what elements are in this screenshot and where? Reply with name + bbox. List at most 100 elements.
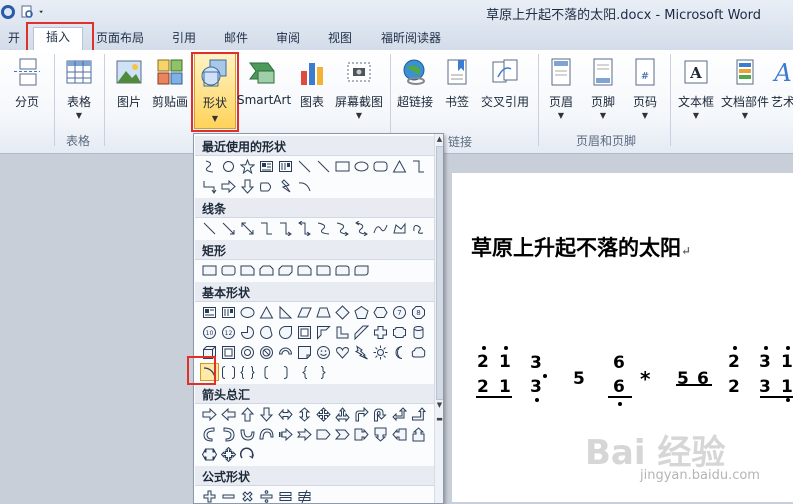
pie-shape[interactable]: [238, 323, 257, 341]
menu-scrollbar[interactable]: ▲ ▼ ▬: [434, 134, 443, 503]
quad-arrow-callout-shape[interactable]: [219, 445, 238, 463]
multiply-shape[interactable]: [238, 487, 257, 503]
curved-up-arrow-shape[interactable]: [238, 425, 257, 443]
up-arrow-shape[interactable]: [238, 405, 257, 423]
rounded-rectangle-shape[interactable]: [219, 261, 238, 279]
double-bracket-shape[interactable]: [219, 363, 238, 381]
teardrop-shape[interactable]: [276, 323, 295, 341]
scroll-more-icon[interactable]: ▬: [435, 414, 443, 425]
smiley-face-shape[interactable]: [314, 343, 333, 361]
left-arrow-callout-shape[interactable]: [390, 425, 409, 443]
snip-rectangle-shape[interactable]: [238, 261, 257, 279]
line-shape[interactable]: [314, 157, 333, 175]
left-right-up-arrow-shape[interactable]: [333, 405, 352, 423]
divide-shape[interactable]: [257, 487, 276, 503]
folded-corner-shape[interactable]: [295, 343, 314, 361]
pentagon-arrow-shape[interactable]: [314, 425, 333, 443]
right-bracket-shape[interactable]: [276, 363, 295, 381]
round-single-corner-rectangle-shape[interactable]: [314, 261, 333, 279]
right-triangle-shape[interactable]: [276, 303, 295, 321]
diagonal-stripe-shape[interactable]: [352, 323, 371, 341]
lightning-shape[interactable]: [276, 177, 295, 195]
donut-shape[interactable]: [238, 343, 257, 361]
l-shape[interactable]: [333, 323, 352, 341]
wordart-button[interactable]: A 艺术: [771, 53, 793, 123]
page-break-button[interactable]: 分页: [8, 53, 46, 123]
sun-shape[interactable]: [371, 343, 390, 361]
half-frame-shape[interactable]: [314, 323, 333, 341]
plus-shape[interactable]: [200, 487, 219, 503]
tab-references[interactable]: 引用: [166, 29, 202, 49]
chord-shape[interactable]: [257, 323, 276, 341]
cross-shape[interactable]: [371, 323, 390, 341]
parallelogram-shape[interactable]: [295, 303, 314, 321]
header-button[interactable]: 页眉 ▼: [542, 53, 580, 123]
double-arrow-line-shape[interactable]: [238, 219, 257, 237]
curved-connector-shape[interactable]: [200, 157, 219, 175]
vertical-text-box-shape[interactable]: [219, 303, 238, 321]
no-symbol-shape[interactable]: [257, 343, 276, 361]
down-arrow-shape[interactable]: [238, 177, 257, 195]
snip-diagonal-rectangle-shape[interactable]: [276, 261, 295, 279]
left-right-arrow-shape[interactable]: [276, 405, 295, 423]
document-heading[interactable]: 草原上升起不落的太阳↵: [471, 232, 691, 262]
bookmark-button[interactable]: 书签: [439, 53, 475, 123]
tab-page-layout[interactable]: 页面布局: [92, 29, 148, 49]
screenshot-button[interactable]: 屏幕截图 ▼: [333, 53, 385, 123]
tab-view[interactable]: 视图: [322, 29, 358, 49]
scroll-up-icon[interactable]: ▲: [435, 134, 443, 145]
notched-right-arrow-shape[interactable]: [295, 425, 314, 443]
striped-right-arrow-shape[interactable]: [276, 425, 295, 443]
curved-down-arrow-shape[interactable]: [257, 425, 276, 443]
elbow-double-arrow-shape[interactable]: [295, 219, 314, 237]
shapes-gallery-menu[interactable]: 最近使用的形状 线条 矩形 基本形状 7 8 10 12 箭头总汇 公式形状 ▲…: [193, 133, 444, 504]
decagon-shape[interactable]: 10: [200, 323, 219, 341]
can-shape[interactable]: [409, 323, 428, 341]
heptagon-shape[interactable]: 7: [390, 303, 409, 321]
text-box-shape[interactable]: [257, 157, 276, 175]
lightning-bolt-shape[interactable]: [352, 343, 371, 361]
text-box-shape[interactable]: [200, 303, 219, 321]
clipart-button[interactable]: 剪贴画: [150, 53, 190, 123]
circular-arrow-shape[interactable]: [238, 445, 257, 463]
arrow-line-shape[interactable]: [219, 219, 238, 237]
elbow-arrow-connector-shape[interactable]: [276, 219, 295, 237]
tab-mailings[interactable]: 邮件: [218, 29, 254, 49]
equal-shape[interactable]: [276, 487, 295, 503]
rectangle-shape[interactable]: [200, 261, 219, 279]
right-arrow-shape[interactable]: [200, 405, 219, 423]
rounded-rectangle-shape[interactable]: [371, 157, 390, 175]
oval-shape[interactable]: [219, 157, 238, 175]
trapezoid-shape[interactable]: [314, 303, 333, 321]
double-brace-shape[interactable]: [238, 363, 257, 381]
not-equal-shape[interactable]: [295, 487, 314, 503]
left-bracket-shape[interactable]: [257, 363, 276, 381]
scroll-down-icon[interactable]: ▼: [435, 400, 443, 411]
hexagon-shape[interactable]: [371, 303, 390, 321]
frame-shape[interactable]: [295, 323, 314, 341]
triangle-shape[interactable]: [257, 303, 276, 321]
curved-arrow-connector-shape[interactable]: [333, 219, 352, 237]
cloud-shape[interactable]: [409, 343, 428, 361]
plaque-shape[interactable]: [390, 323, 409, 341]
right-arrow-shape[interactable]: [219, 177, 238, 195]
snip-same-side-rectangle-shape[interactable]: [257, 261, 276, 279]
down-arrow-callout-shape[interactable]: [371, 425, 390, 443]
tab-review[interactable]: 审阅: [270, 29, 306, 49]
cross-reference-button[interactable]: 交叉引用: [478, 53, 532, 123]
curve-shape[interactable]: [371, 219, 390, 237]
text-box-button[interactable]: A 文本框 ▼: [675, 53, 717, 123]
moon-shape[interactable]: [390, 343, 409, 361]
curved-left-arrow-shape[interactable]: [219, 425, 238, 443]
left-arrow-shape[interactable]: [219, 405, 238, 423]
line-shape[interactable]: [295, 157, 314, 175]
up-arrow-callout-shape[interactable]: [409, 425, 428, 443]
left-brace-shape[interactable]: [295, 363, 314, 381]
scroll-thumb[interactable]: [436, 146, 443, 400]
triangle-shape[interactable]: [390, 157, 409, 175]
rectangle-shape[interactable]: [333, 157, 352, 175]
down-arrow-shape[interactable]: [257, 405, 276, 423]
print-preview-icon[interactable]: [19, 4, 35, 20]
table-button[interactable]: 表格 ▼: [60, 53, 98, 123]
chevron-shape[interactable]: [333, 425, 352, 443]
